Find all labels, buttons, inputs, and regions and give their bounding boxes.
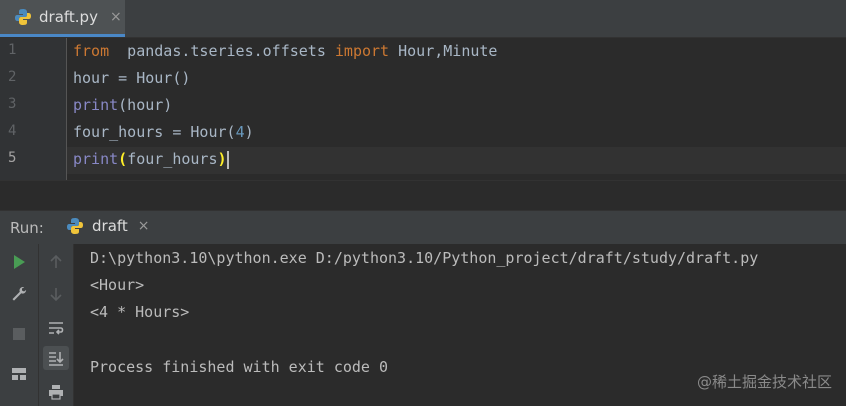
console-line: <4 * Hours> [90, 303, 190, 321]
arrow-down-icon [50, 288, 62, 302]
code-text: four_hours [127, 150, 218, 168]
line-number: 3 [8, 96, 17, 112]
console-line: D:\python3.10\python.exe D:/python3.10/P… [90, 249, 759, 267]
layout-icon [12, 368, 26, 380]
run-toolbar-secondary [39, 244, 74, 406]
scroll-up-button[interactable] [43, 250, 69, 274]
run-label: Run: [10, 219, 44, 237]
run-tab-close-icon[interactable]: × [138, 218, 150, 234]
code-text: four_hours = Hour( [73, 123, 236, 141]
code-text: Hour,Minute [389, 42, 498, 60]
code-line: four_hours = Hour(4) [73, 119, 254, 146]
python-file-icon [15, 9, 31, 25]
scroll-down-button[interactable] [43, 282, 69, 306]
arrow-up-icon [50, 254, 62, 268]
editor-tab-close-icon[interactable]: × [110, 9, 122, 25]
keyword: from [73, 42, 110, 60]
modify-run-config-button[interactable] [6, 282, 32, 306]
console-line: Process finished with exit code 0 [90, 358, 389, 376]
run-toolwindow-header: Run: draft × [0, 210, 846, 245]
code-line: hour = Hour() [73, 65, 190, 92]
run-tab-label: draft [92, 217, 128, 235]
soft-wrap-icon [49, 322, 64, 335]
watermark: @稀土掘金技术社区 [696, 373, 832, 391]
code-text: (hour) [118, 96, 173, 114]
run-output-panel: D:\python3.10\python.exe D:/python3.10/P… [0, 244, 846, 406]
matched-paren: ) [217, 150, 227, 168]
stop-icon [13, 328, 25, 340]
line-number-gutter: 1 2 3 4 5 [0, 38, 67, 180]
code-text: pandas.tseries.offsets [109, 42, 335, 60]
layout-button[interactable] [6, 362, 32, 386]
python-icon [67, 218, 83, 234]
code-text: hour = Hour() [73, 69, 191, 87]
editor-tab-bar: draft.py × [0, 0, 846, 38]
console-line: <Hour> [90, 276, 145, 294]
line-number-current: 5 [8, 150, 17, 166]
line-number: 1 [8, 42, 17, 58]
line-number: 4 [8, 123, 17, 139]
editor-empty-area [0, 180, 846, 211]
print-button[interactable] [43, 380, 69, 404]
builtin-function: print [73, 150, 119, 168]
scroll-to-end-button[interactable] [43, 346, 69, 370]
printer-icon [49, 385, 63, 400]
code-line: print(hour) [73, 92, 172, 119]
code-line: print(four_hours) [73, 146, 229, 173]
matched-paren: ( [118, 150, 128, 168]
stop-button[interactable] [6, 322, 32, 346]
soft-wrap-button[interactable] [43, 316, 69, 340]
code-line: from pandas.tseries.offsets import Hour,… [73, 38, 497, 65]
run-tab-draft[interactable]: draft × [66, 217, 150, 235]
editor-tab-label: draft.py [39, 8, 98, 26]
builtin-function: print [73, 96, 119, 114]
number-literal: 4 [235, 123, 245, 141]
play-icon [14, 255, 25, 269]
scroll-to-end-icon [49, 352, 64, 366]
code-text: ) [244, 123, 254, 141]
text-caret [226, 150, 229, 169]
run-toolbar-primary [0, 244, 39, 406]
wrench-icon [12, 287, 27, 301]
code-editor[interactable]: 1 2 3 4 5 from pandas.tseries.offsets im… [0, 38, 846, 180]
keyword: import [334, 42, 390, 60]
rerun-button[interactable] [6, 250, 32, 274]
editor-tab-draft[interactable]: draft.py × [0, 0, 125, 37]
line-number: 2 [8, 69, 17, 85]
